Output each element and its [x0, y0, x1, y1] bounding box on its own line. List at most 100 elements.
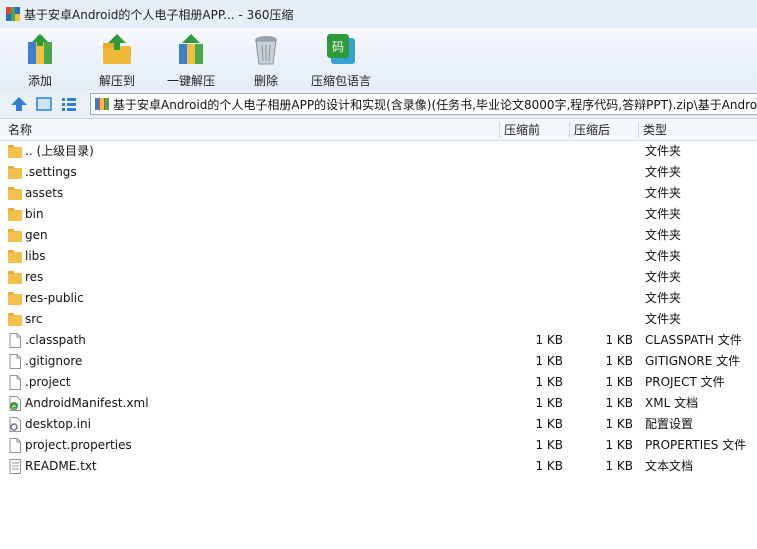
file-name: .. (上级目录): [25, 144, 94, 158]
file-row[interactable]: bin 文件夹: [0, 204, 757, 225]
file-type: GITIGNORE 文件: [645, 354, 741, 368]
file-row[interactable]: libs 文件夹: [0, 246, 757, 267]
file-name: desktop.ini: [25, 417, 91, 431]
folder-icon: [8, 166, 22, 179]
delete-button[interactable]: 删除: [241, 30, 291, 88]
folder-icon: [8, 208, 22, 221]
folder-icon: [8, 271, 22, 284]
file-row[interactable]: README.txt 1 KB 1 KB 文本文档: [0, 456, 757, 477]
column-divider[interactable]: [638, 122, 639, 138]
xml-file-icon: e: [9, 396, 21, 411]
add-archive-icon: [28, 34, 52, 64]
column-size-before[interactable]: 压缩前: [504, 120, 540, 140]
column-size-after[interactable]: 压缩后: [574, 120, 610, 140]
file-size-after: 1 KB: [605, 438, 633, 452]
thumbnail-view-icon[interactable]: [35, 95, 53, 113]
file-icon: [9, 375, 21, 390]
file-row[interactable]: res-public 文件夹: [0, 288, 757, 309]
file-size-after: 1 KB: [605, 417, 633, 431]
file-size-before: 1 KB: [535, 438, 563, 452]
column-name[interactable]: 名称: [8, 120, 32, 140]
file-size-before: 1 KB: [535, 396, 563, 410]
column-header: 名称 压缩前 压缩后 类型: [0, 120, 757, 141]
file-row[interactable]: desktop.ini 1 KB 1 KB 配置设置: [0, 414, 757, 435]
file-type: 文件夹: [645, 312, 682, 326]
file-name: bin: [25, 207, 44, 221]
file-type: PROPERTIES 文件: [645, 438, 747, 452]
file-name: res: [25, 270, 44, 284]
add-button[interactable]: 添加: [15, 30, 65, 88]
file-row[interactable]: src 文件夹: [0, 309, 757, 330]
file-row[interactable]: .. (上级目录) 文件夹: [0, 141, 757, 162]
address-field[interactable]: 基于安卓Android的个人电子相册APP的设计和实现(含录像)(任务书,毕业论…: [90, 93, 757, 115]
column-divider[interactable]: [569, 122, 570, 138]
text-file-icon: [9, 459, 21, 474]
extract-to-label: 解压到: [98, 74, 135, 88]
file-type: 文件夹: [645, 144, 682, 158]
file-name: libs: [25, 249, 46, 263]
one-click-extract-label: 一键解压: [166, 74, 215, 88]
file-size-before: [500, 309, 563, 330]
file-icon: [9, 333, 21, 348]
file-size-before: 1 KB: [535, 417, 563, 431]
file-size-after: 1 KB: [605, 333, 633, 347]
file-size-before: [500, 183, 563, 204]
file-size-after: [570, 183, 633, 204]
archive-language-button[interactable]: 码 压缩包语言: [308, 30, 374, 88]
file-name: .project: [25, 375, 71, 389]
title-bar: 基于安卓Android的个人电子相册APP... - 360压缩: [0, 0, 757, 28]
file-name: AndroidManifest.xml: [25, 396, 149, 410]
file-type: PROJECT 文件: [645, 375, 725, 389]
column-type[interactable]: 类型: [643, 120, 667, 140]
folder-icon: [8, 145, 22, 158]
file-size-before: [500, 141, 563, 162]
file-type: CLASSPATH 文件: [645, 333, 742, 347]
file-type: 文件夹: [645, 165, 682, 179]
file-size-before: 1 KB: [535, 354, 563, 368]
file-row[interactable]: .gitignore 1 KB 1 KB GITIGNORE 文件: [0, 351, 757, 372]
file-type: 文件夹: [645, 186, 682, 200]
add-label: 添加: [27, 74, 52, 88]
file-row[interactable]: res 文件夹: [0, 267, 757, 288]
file-name: assets: [25, 186, 64, 200]
file-row[interactable]: .classpath 1 KB 1 KB CLASSPATH 文件: [0, 330, 757, 351]
settings-file-icon: [9, 417, 21, 432]
file-name: README.txt: [25, 459, 97, 473]
file-name: .classpath: [25, 333, 86, 347]
file-size-after: [570, 204, 633, 225]
file-size-after: 1 KB: [605, 375, 633, 389]
folder-icon: [8, 250, 22, 263]
address-bar: 基于安卓Android的个人电子相册APP的设计和实现(含录像)(任务书,毕业论…: [0, 90, 757, 119]
file-size-after: 1 KB: [605, 396, 633, 410]
file-type: 文件夹: [645, 249, 682, 263]
extract-folder-icon: [103, 34, 131, 64]
file-size-after: [570, 288, 633, 309]
file-name: gen: [25, 228, 48, 242]
file-row[interactable]: .project 1 KB 1 KB PROJECT 文件: [0, 372, 757, 393]
file-type: 文件夹: [645, 291, 682, 305]
folder-icon: [8, 229, 22, 242]
one-click-extract-button[interactable]: 一键解压: [160, 30, 222, 88]
file-icon: [9, 354, 21, 369]
up-arrow-icon[interactable]: [10, 95, 28, 113]
column-divider[interactable]: [499, 122, 500, 138]
file-row[interactable]: e AndroidManifest.xml 1 KB 1 KB XML 文档: [0, 393, 757, 414]
file-name: .gitignore: [25, 354, 83, 368]
trash-icon: [255, 36, 277, 65]
file-size-before: [500, 204, 563, 225]
file-size-after: [570, 162, 633, 183]
list-view-icon[interactable]: [60, 95, 78, 113]
svg-text:码: 码: [332, 40, 344, 54]
file-row[interactable]: gen 文件夹: [0, 225, 757, 246]
svg-text:e: e: [12, 404, 16, 411]
file-size-before: 1 KB: [535, 459, 563, 473]
file-row[interactable]: .settings 文件夹: [0, 162, 757, 183]
extract-to-button[interactable]: 解压到: [92, 30, 142, 88]
file-size-before: [500, 267, 563, 288]
file-size-after: 1 KB: [605, 354, 633, 368]
file-row[interactable]: assets 文件夹: [0, 183, 757, 204]
file-size-after: [570, 309, 633, 330]
file-row[interactable]: project.properties 1 KB 1 KB PROPERTIES …: [0, 435, 757, 456]
file-size-before: [500, 225, 563, 246]
file-size-before: 1 KB: [535, 333, 563, 347]
